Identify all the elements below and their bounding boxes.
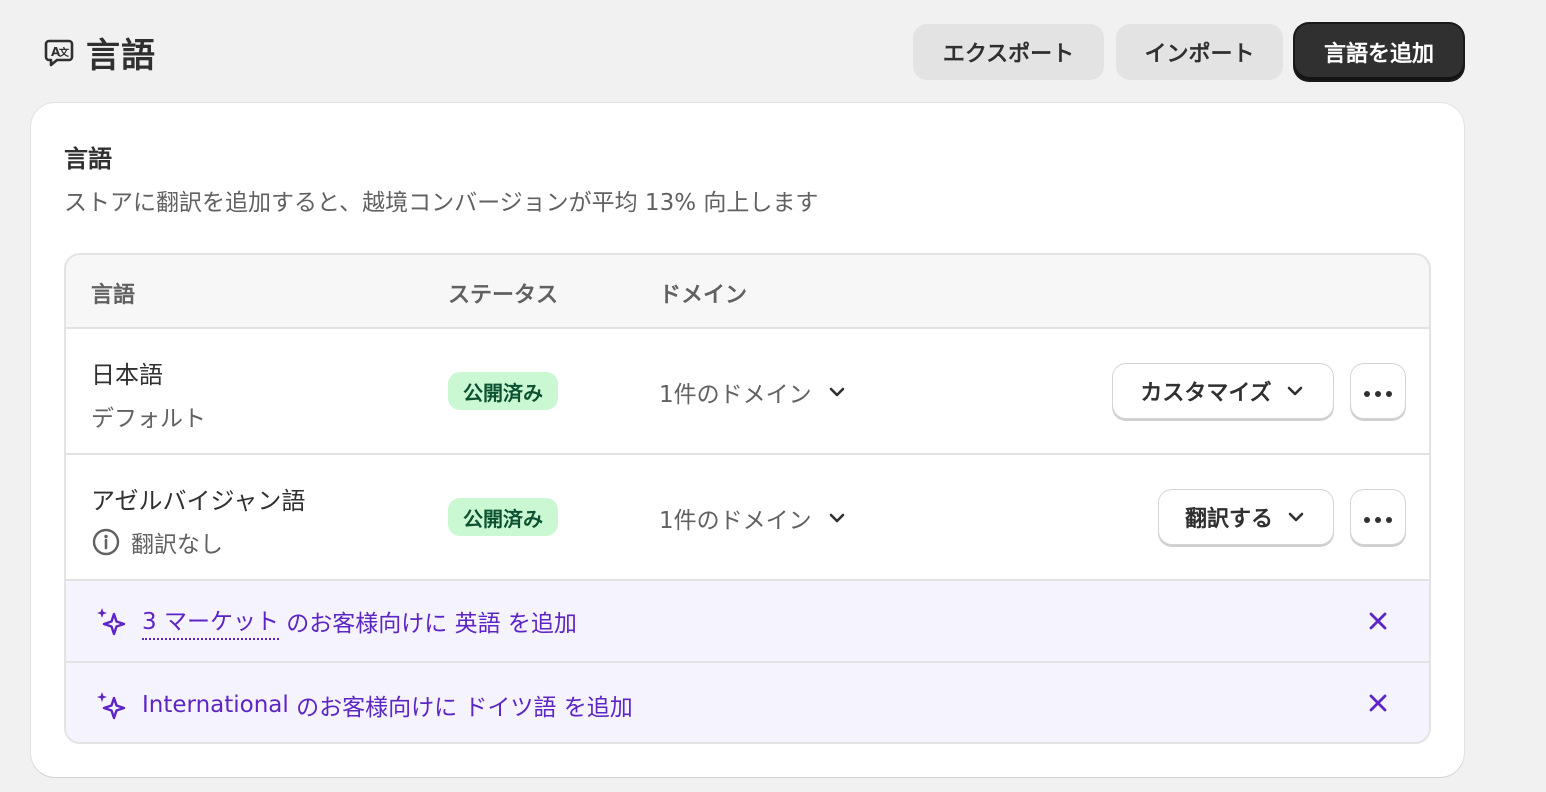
status-badge: 公開済み: [448, 498, 558, 536]
suggestion-language: ドイツ語: [464, 694, 557, 721]
suggestion-text: のお客様向けに: [278, 611, 455, 637]
dismiss-icon[interactable]: [1364, 607, 1392, 635]
language-subtext-label: デフォルト: [91, 406, 206, 432]
customize-button[interactable]: カスタマイズ: [1112, 363, 1334, 419]
ellipsis-icon: [1363, 505, 1393, 530]
column-header-language: 言語: [91, 283, 136, 308]
table-header: 言語 ステータス ドメイン: [66, 255, 1429, 329]
suggestion-language: 英語: [454, 611, 501, 637]
ellipsis-icon: [1363, 379, 1393, 404]
status-badge: 公開済み: [448, 372, 558, 410]
translate-icon: A 文: [42, 35, 76, 69]
table-row: アゼルバイジャン語 翻訳なし 公開済み 1件のドメイン 翻訳する: [66, 455, 1429, 581]
language-subtext-label: 翻訳なし: [131, 532, 223, 558]
languages-table: 言語 ステータス ドメイン 日本語 デフォルト 公開済み 1件のドメイン カスタ…: [64, 253, 1431, 744]
page-header: A 文 言語 エクスポート インポート 言語を追加: [42, 24, 1463, 80]
language-subtext: デフォルト: [91, 399, 206, 433]
svg-text:文: 文: [59, 46, 70, 59]
markets-link[interactable]: 3 マーケット: [142, 602, 279, 640]
suggestion-text: のお客様向けに: [288, 694, 465, 721]
import-button[interactable]: インポート: [1116, 24, 1283, 80]
domain-dropdown[interactable]: 1件のドメイン: [659, 501, 848, 535]
card-title: 言語: [64, 145, 112, 173]
sparkle-icon: [96, 690, 126, 720]
customize-label: カスタマイズ: [1140, 381, 1272, 406]
suggestion-text: を追加: [500, 611, 577, 637]
dismiss-icon[interactable]: [1364, 689, 1392, 717]
chevron-down-icon: [1285, 506, 1307, 528]
card-description: ストアに翻訳を追加すると、越境コンバージョンが平均 13% 向上します: [64, 190, 819, 216]
suggestion-banner: 3 マーケット のお客様向けに 英語 を追加: [66, 581, 1429, 663]
languages-card: 言語 ストアに翻訳を追加すると、越境コンバージョンが平均 13% 向上します 言…: [31, 103, 1464, 777]
market-name: International: [142, 691, 289, 718]
translate-button[interactable]: 翻訳する: [1158, 489, 1334, 545]
table-row: 日本語 デフォルト 公開済み 1件のドメイン カスタマイズ: [66, 329, 1429, 455]
domain-label: 1件のドメイン: [659, 382, 812, 408]
add-language-button[interactable]: 言語を追加: [1295, 24, 1463, 80]
suggestion-banner: International のお客様向けに ドイツ語 を追加: [66, 663, 1429, 742]
header-actions: エクスポート インポート 言語を追加: [913, 24, 1463, 80]
title-wrap: A 文 言語: [42, 28, 156, 77]
page-title: 言語: [86, 35, 156, 76]
chevron-down-icon: [826, 507, 848, 529]
language-subtext: 翻訳なし: [91, 525, 223, 559]
export-button[interactable]: エクスポート: [913, 24, 1104, 80]
language-name: アゼルバイジャン語: [91, 487, 306, 515]
sparkle-icon: [96, 606, 126, 636]
more-actions-button[interactable]: [1350, 489, 1406, 545]
suggestion-text: を追加: [556, 694, 633, 721]
domain-dropdown[interactable]: 1件のドメイン: [659, 375, 848, 409]
column-header-domain: ドメイン: [659, 283, 748, 308]
domain-label: 1件のドメイン: [659, 508, 812, 534]
chevron-down-icon: [826, 381, 848, 403]
language-name: 日本語: [91, 361, 163, 389]
chevron-down-icon: [1284, 380, 1306, 402]
info-icon: [91, 527, 121, 557]
more-actions-button[interactable]: [1350, 363, 1406, 419]
column-header-status: ステータス: [448, 283, 559, 308]
translate-label: 翻訳する: [1184, 507, 1273, 532]
